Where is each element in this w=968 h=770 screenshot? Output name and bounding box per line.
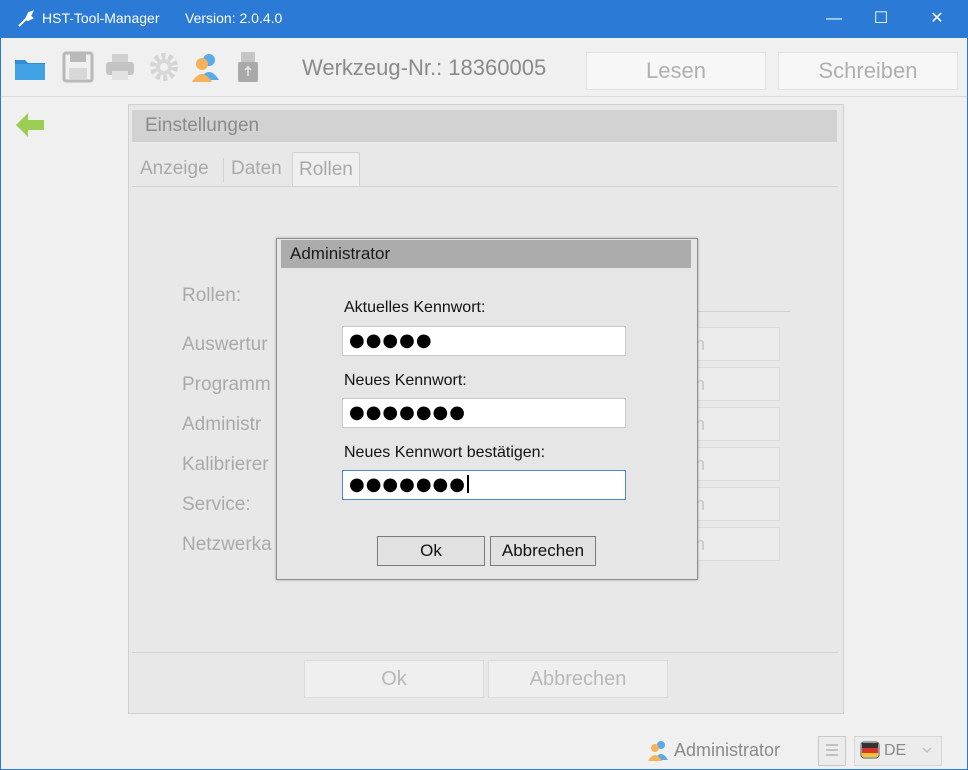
log-button[interactable] (818, 736, 846, 766)
wrench-icon (18, 10, 34, 27)
confirm-password-label: Neues Kennwort bestätigen: (344, 444, 546, 461)
save-icon[interactable] (61, 50, 95, 84)
tab-divider (223, 158, 224, 182)
dialog-title: Administrator (290, 244, 391, 263)
confirm-password-field[interactable]: ●●●●●●● (342, 470, 626, 500)
current-password-label: Aktuelles Kennwort: (344, 299, 486, 316)
write-button[interactable]: Schreiben (778, 52, 958, 90)
role-label: Administr (182, 414, 262, 435)
user-icon (648, 741, 668, 761)
role-label: Kalibrierer (182, 454, 269, 475)
role-password-button[interactable]: n (686, 367, 780, 401)
new-password-label: Neues Kennwort: (344, 372, 467, 389)
print-icon[interactable] (103, 50, 137, 84)
role-password-button[interactable]: n (686, 447, 780, 481)
roles-divider (690, 311, 790, 312)
role-label: Service: (182, 494, 251, 515)
settings-footer-divider (132, 652, 838, 653)
settings-title: Einstellungen (145, 115, 260, 136)
folder-icon[interactable] (13, 50, 47, 84)
dialog-cancel-button[interactable]: Abbrechen (490, 536, 596, 566)
settings-cancel-button[interactable]: Abbrechen (488, 660, 668, 698)
chevron-down-icon (922, 747, 932, 754)
app-version: Version: 2.0.4.0 (185, 10, 283, 26)
tab-daten[interactable]: Daten (225, 152, 288, 186)
role-label: Netzwerka (182, 534, 272, 555)
minimize-button[interactable]: — (811, 0, 857, 38)
new-password-field[interactable]: ●●●●●●● (342, 398, 626, 428)
app-title: HST-Tool-Manager (42, 10, 160, 26)
tab-rollen[interactable]: Rollen (292, 152, 360, 187)
roles-header: Rollen: (182, 285, 242, 306)
document-icon (826, 744, 838, 756)
usb-icon[interactable] (231, 50, 265, 84)
text-cursor (466, 475, 469, 493)
role-label: Auswertur (182, 334, 268, 355)
tab-anzeige[interactable]: Anzeige (134, 152, 215, 186)
close-button[interactable]: ✕ (914, 0, 960, 38)
current-user: Administrator (674, 740, 781, 760)
gear-icon[interactable] (147, 50, 181, 84)
role-password-button[interactable]: n (686, 407, 780, 441)
title-bar: HST-Tool-Manager Version: 2.0.4.0 — ☐ ✕ (0, 0, 968, 38)
back-arrow-icon[interactable] (14, 108, 48, 142)
role-password-button[interactable]: n (686, 527, 780, 561)
users-icon[interactable] (189, 50, 223, 84)
dialog-ok-button[interactable]: Ok (377, 536, 485, 566)
language-value: DE (884, 742, 907, 759)
role-label: Programm (182, 374, 271, 395)
current-password-field[interactable]: ●●●●● (342, 326, 626, 356)
read-button[interactable]: Lesen (586, 52, 766, 90)
maximize-button[interactable]: ☐ (858, 0, 904, 38)
role-password-button[interactable]: n (686, 327, 780, 361)
settings-ok-button[interactable]: Ok (304, 660, 484, 698)
role-password-button[interactable]: n (686, 487, 780, 521)
tool-number: Werkzeug-Nr.: 18360005 (302, 55, 547, 80)
tab-underline (132, 186, 838, 187)
german-flag-icon (860, 741, 880, 759)
